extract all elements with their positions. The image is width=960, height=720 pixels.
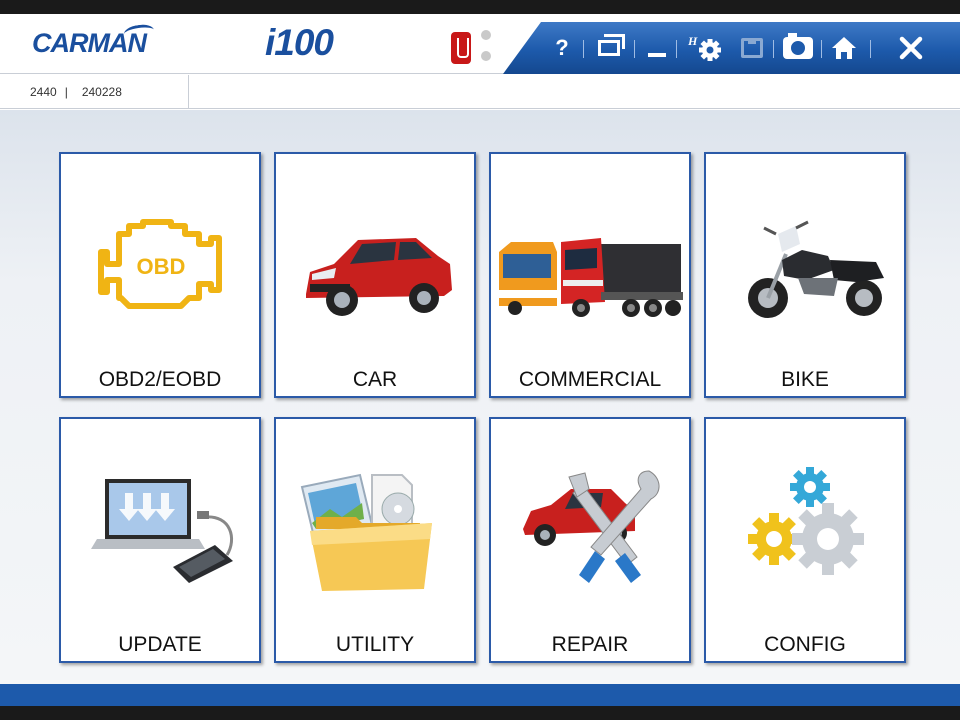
version-right: 240228 bbox=[81, 85, 122, 99]
window-mode-button[interactable] bbox=[595, 22, 625, 74]
camera-icon bbox=[783, 33, 813, 59]
save-icon bbox=[741, 38, 763, 58]
tile-label: BIKE bbox=[781, 368, 829, 391]
version-left: 2440 bbox=[30, 85, 57, 99]
tile-bike[interactable]: BIKE bbox=[704, 152, 906, 398]
tile-label: OBD2/EOBD bbox=[98, 368, 222, 391]
car-icon bbox=[306, 238, 452, 316]
version-info: 2440 | 240228 bbox=[0, 75, 189, 109]
folder-icon bbox=[300, 473, 432, 591]
tile-utility[interactable]: UTILITY bbox=[274, 417, 476, 663]
home-icon bbox=[832, 37, 856, 59]
tile-commercial[interactable]: COMMERCIAL bbox=[489, 152, 691, 398]
tile-repair[interactable]: REPAIR bbox=[489, 417, 691, 663]
toolbar: ? H bbox=[503, 22, 960, 74]
status-led-icon bbox=[481, 51, 491, 61]
model-logo: i100 bbox=[265, 22, 334, 63]
status-led-icon bbox=[481, 30, 491, 40]
settings-button[interactable]: H bbox=[686, 22, 726, 74]
minimize-button[interactable] bbox=[646, 22, 668, 74]
status-bar bbox=[0, 684, 960, 706]
carman-logo: CARMAN bbox=[32, 22, 155, 59]
toolbar-divider bbox=[676, 40, 677, 58]
app-window: CARMAN i100 ? H 2440 | 240228 OBD OBD2/E… bbox=[0, 14, 960, 706]
close-button[interactable] bbox=[896, 22, 926, 74]
main-menu: OBD OBD2/EOBD CAR COMMERCIAL BIKE UPDATE… bbox=[0, 110, 960, 684]
tile-car[interactable]: CAR bbox=[274, 152, 476, 398]
engine-check-icon: OBD bbox=[98, 219, 222, 309]
app-header: CARMAN i100 ? H bbox=[0, 14, 960, 74]
svg-text:H: H bbox=[687, 34, 698, 48]
info-bar: 2440 | 240228 bbox=[0, 75, 960, 109]
toolbar-divider bbox=[821, 40, 822, 58]
toolbar-divider bbox=[634, 40, 635, 58]
tile-config[interactable]: CONFIG bbox=[704, 417, 906, 663]
toolbar-divider bbox=[870, 40, 871, 58]
usb-icon bbox=[451, 32, 471, 64]
svg-text:OBD: OBD bbox=[137, 254, 186, 279]
window-icon bbox=[598, 34, 625, 56]
tile-label: COMMERCIAL bbox=[518, 368, 662, 391]
help-button[interactable]: ? bbox=[551, 22, 573, 74]
tile-label: UPDATE bbox=[118, 633, 202, 656]
repair-tools-icon bbox=[523, 470, 660, 583]
truck-icon bbox=[499, 238, 683, 317]
motorcycle-icon bbox=[748, 220, 884, 318]
home-button[interactable] bbox=[829, 22, 859, 74]
update-download-icon bbox=[91, 479, 234, 583]
tile-label: UTILITY bbox=[335, 633, 415, 656]
gear-icon: H bbox=[687, 34, 721, 61]
tile-update[interactable]: UPDATE bbox=[59, 417, 261, 663]
minimize-icon bbox=[648, 53, 666, 57]
toolbar-divider bbox=[583, 40, 584, 58]
tile-label: CONFIG bbox=[764, 633, 846, 656]
toolbar-divider bbox=[773, 40, 774, 58]
screenshot-button[interactable] bbox=[781, 22, 815, 74]
tile-label: CAR bbox=[352, 368, 398, 391]
close-icon bbox=[899, 36, 923, 60]
tile-label: REPAIR bbox=[551, 633, 629, 656]
save-button[interactable] bbox=[738, 22, 766, 74]
tile-obd2-eobd[interactable]: OBD OBD2/EOBD bbox=[59, 152, 261, 398]
version-separator: | bbox=[64, 85, 68, 99]
config-gears-icon bbox=[748, 467, 864, 575]
